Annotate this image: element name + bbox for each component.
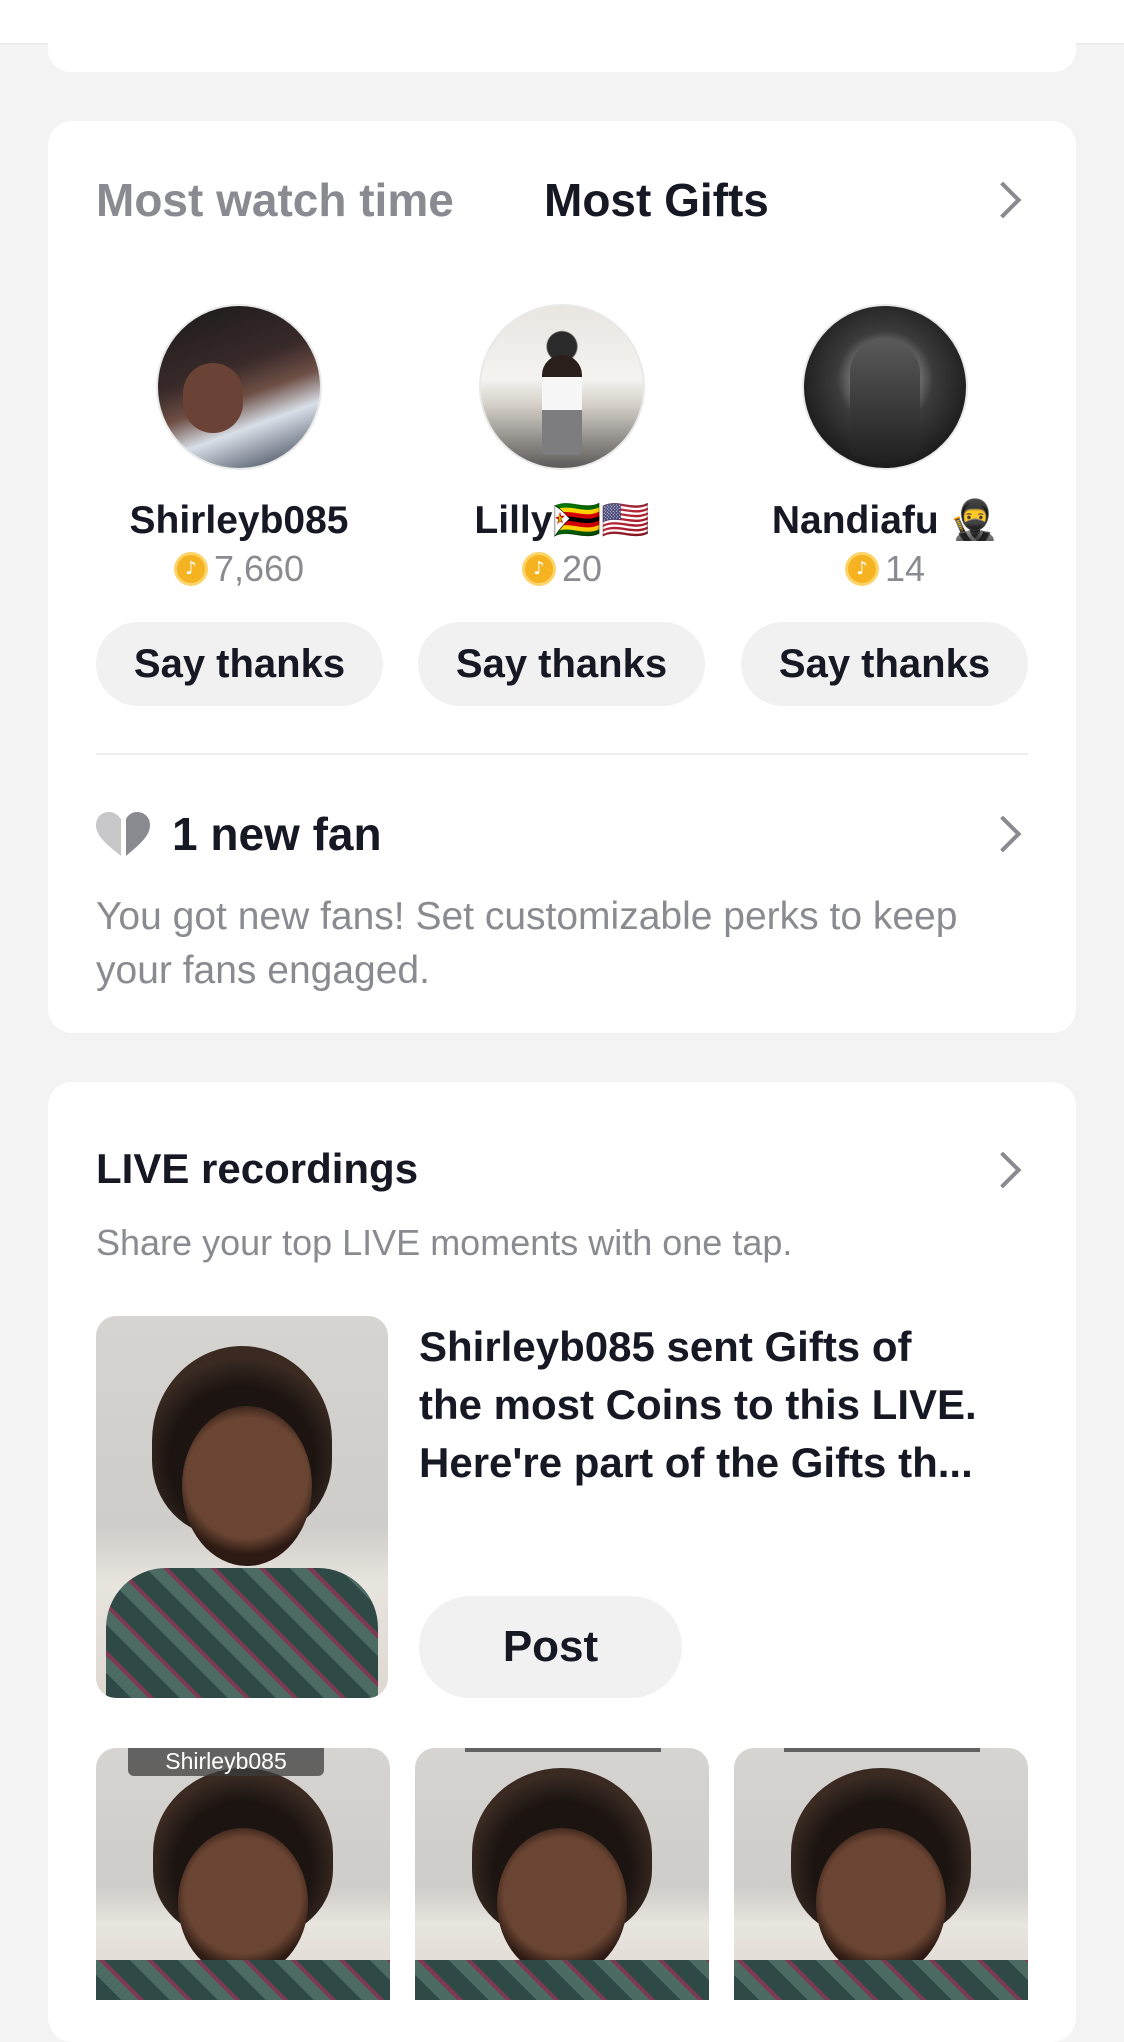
gifter-item[interactable]: Shirleyb085 7,660 <box>109 304 369 590</box>
gifter-coins: 7,660 <box>109 548 369 590</box>
clip-username-label: Shirleyb085 <box>128 1748 324 1776</box>
coin-icon <box>844 552 879 586</box>
gifter-coins: 20 <box>432 548 692 590</box>
gifter-name: Nandiafu 🥷 <box>771 499 999 542</box>
say-thanks-button[interactable]: Say thanks <box>96 622 383 706</box>
avatar[interactable] <box>802 304 968 470</box>
clip-thumbnail[interactable] <box>734 1748 1028 2000</box>
avatar[interactable] <box>479 304 645 470</box>
clip-thumbnail[interactable] <box>415 1748 709 2000</box>
gifter-item[interactable]: Lilly🇿🇼🇺🇸 20 <box>432 304 692 590</box>
live-recordings-title[interactable]: LIVE recordings <box>96 1142 418 1196</box>
new-fan-description: You got new fans! Set customizable perks… <box>96 895 958 992</box>
say-thanks-button[interactable]: Say thanks <box>418 622 705 706</box>
coin-icon <box>521 552 556 586</box>
gifter-item[interactable]: Nandiafu 🥷 14 <box>755 304 1015 590</box>
clip-thumbnail[interactable]: Shirleyb085 <box>96 1748 390 2000</box>
gifter-name: Shirleyb085 <box>129 499 349 542</box>
recording-text-line: Shirleyb085 sent Gifts of <box>419 1323 912 1370</box>
say-thanks-button[interactable]: Say thanks <box>741 622 1028 706</box>
recording-description: Shirleyb085 sent Gifts of the most Coins… <box>419 1318 1019 1492</box>
new-fan-title[interactable]: 1 new fan <box>172 806 382 862</box>
tab-most-gifts[interactable]: Most Gifts <box>544 172 769 228</box>
recording-text-line: the most Coins to this LIVE. <box>419 1381 977 1428</box>
coin-icon <box>173 552 208 586</box>
previous-card <box>48 30 1076 72</box>
coin-count: 14 <box>884 548 926 589</box>
recording-thumbnail[interactable] <box>96 1316 388 1698</box>
recording-text-line: Here're part of the Gifts th... <box>419 1439 973 1486</box>
post-button[interactable]: Post <box>419 1596 682 1698</box>
clip-top-bar <box>465 1748 661 1752</box>
avatar[interactable] <box>156 304 322 470</box>
live-recordings-subtitle: Share your top LIVE moments with one tap… <box>96 1222 793 1263</box>
gifter-coins: 14 <box>755 548 1015 590</box>
divider <box>96 753 1028 755</box>
coin-count: 20 <box>561 548 603 589</box>
coin-count: 7,660 <box>213 548 305 589</box>
clip-top-bar <box>784 1748 980 1752</box>
tab-most-watch-time[interactable]: Most watch time <box>96 172 454 228</box>
gifter-name: Lilly🇿🇼🇺🇸 <box>474 499 650 542</box>
half-heart-icon <box>96 812 150 856</box>
